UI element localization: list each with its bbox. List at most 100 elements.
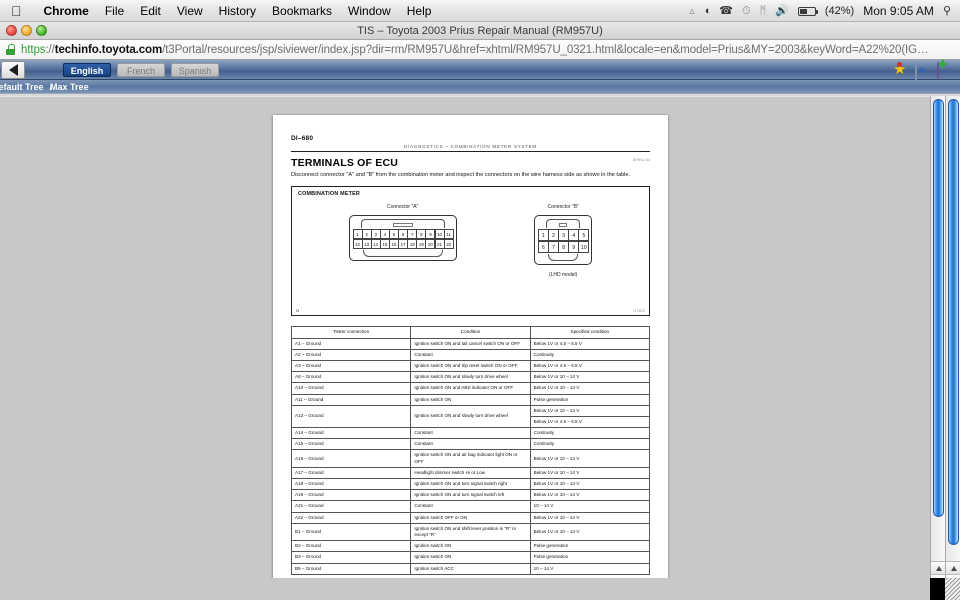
phone-icon[interactable]: ☎ <box>719 5 733 17</box>
menu-chrome[interactable]: Chrome <box>36 4 97 18</box>
menu-file[interactable]: File <box>97 4 132 18</box>
window-resize-grip[interactable] <box>945 578 960 600</box>
close-button[interactable] <box>6 25 17 36</box>
apple-menu-icon[interactable]:  <box>11 4 22 18</box>
document-viewport[interactable]: DI–680 DIAGNOSTICS – COMBINATION METER S… <box>0 96 930 600</box>
cell-spec: Continuity <box>529 348 651 361</box>
url-separator: :// <box>45 43 55 56</box>
table-row: A14 – Ground Constant Continuity <box>290 427 651 440</box>
language-selector: English French Spanish <box>63 62 219 77</box>
cell-terminal: A3 – Ground <box>290 359 412 373</box>
cell-condition: Constant <box>410 438 531 451</box>
menu-edit[interactable]: Edit <box>132 4 169 18</box>
connector-b-body: 1 2 3 4 5 6 7 8 9 10 <box>533 215 593 266</box>
globe-add-icon[interactable]: ✚ <box>937 60 952 80</box>
cell-terminal: A22 – Ground <box>290 511 412 524</box>
cell-condition: Ignition switch ON <box>410 540 531 553</box>
language-button-english[interactable]: English <box>63 62 111 77</box>
back-button[interactable] <box>1 60 25 79</box>
table-row: A8 – Ground Ignition switch ON and slowly… <box>290 371 651 384</box>
menu-view[interactable]: View <box>169 4 211 18</box>
max-tree-link[interactable]: Max Tree <box>50 82 89 92</box>
table-row: B2 – Ground Ignition switch ON Pulse gener… <box>290 540 651 553</box>
cell-condition: Ignition switch ON and tail cancel switc… <box>410 337 531 350</box>
scroll-up-button[interactable] <box>931 561 946 574</box>
scrollbar-corner-filler <box>930 578 945 600</box>
cell-spec: Below 1V or 10 – 14 V <box>529 466 651 480</box>
page-title-text: TERMINALS OF ECU <box>291 157 399 169</box>
pin: 5 <box>578 229 590 242</box>
cell-condition: Constant <box>410 427 531 440</box>
table-row: A17 – Ground Headlight dimmer switch Hi o… <box>290 466 651 480</box>
column-header-condition: Condition <box>410 326 531 339</box>
notification-bell-icon[interactable]: ▵ <box>689 5 695 17</box>
window-controls <box>6 25 47 36</box>
toolbar-icon-group: ★ ★ ✚ <box>893 60 952 80</box>
connector-a-latch <box>360 219 445 229</box>
connector-b-row-top: 1 2 3 4 5 <box>537 229 590 242</box>
connector-a-label: Connector "A" <box>386 204 419 211</box>
spotlight-search-icon[interactable]: ⚲ <box>943 5 951 17</box>
inner-frame-scrollbar[interactable] <box>945 96 960 600</box>
volume-icon[interactable]: 🔊 <box>775 5 789 17</box>
document-bookmark-icon[interactable]: ★ <box>915 61 930 80</box>
table-row: B3 – Ground Ignition switch ON Pulse gener… <box>290 551 651 564</box>
url-path: /t3Portal/resources/jsp/siviewer/index.j… <box>162 43 929 56</box>
star-favorite-icon[interactable]: ★ <box>893 62 908 77</box>
table-row: A13 – Ground Ignition switch ON and slow… <box>290 404 651 429</box>
inner-scrollbar-thumb[interactable] <box>948 99 959 545</box>
language-button-spanish[interactable]: Spanish <box>171 62 219 77</box>
menu-bookmarks[interactable]: Bookmarks <box>264 4 340 18</box>
cell-spec: Pulse generation <box>529 551 651 564</box>
table-row: A15 – Ground Constant Continuity <box>290 438 651 451</box>
chevron-up-icon <box>935 565 942 571</box>
table-row: A19 – Ground Ignition switch ON and turn … <box>290 489 651 502</box>
bluetooth-icon[interactable]: ᛗ <box>760 5 767 17</box>
chevron-up-icon <box>950 565 957 571</box>
minimize-button[interactable] <box>21 25 32 36</box>
outer-page-scrollbar[interactable] <box>930 96 946 600</box>
battery-icon[interactable] <box>797 6 818 16</box>
cell-spec: Below 1V or 10 – 14 V <box>529 489 651 502</box>
time-machine-icon[interactable]: ⏱ <box>742 5 751 17</box>
browser-window: TIS – Toyota 2003 Prius Repair Manual (R… <box>0 22 960 600</box>
cell-spec: Pulse generation <box>529 393 651 406</box>
connector-a-row-bottom: 12 13 14 15 16 17 18 19 20 21 22 <box>352 239 454 250</box>
cell-spec: 10 – 14 V <box>529 500 651 513</box>
combination-meter-figure: COMBINATION METER Connector "A" 1 2 3 4 <box>291 186 650 317</box>
wifi-icon[interactable]: ◖ <box>704 5 711 17</box>
window-bottom-edge <box>0 578 930 600</box>
menu-bar-status-area: ▵ ◖ ☎ ⏱ ᛗ 🔊 (42%) Mon 9:05 AM ⚲ <box>689 0 960 22</box>
connector-a-foot <box>362 250 443 258</box>
menu-window[interactable]: Window <box>340 4 399 18</box>
manual-page: DI–680 DIAGNOSTICS – COMBINATION METER S… <box>273 115 668 600</box>
language-button-french[interactable]: French <box>117 62 165 77</box>
page-code: DI–680 <box>291 135 314 142</box>
zoom-button[interactable] <box>36 25 47 36</box>
connector-b-latch <box>545 219 581 229</box>
cell-terminal: A16 – Ground <box>290 449 412 468</box>
tree-navigation-bar: Default Tree / Max Tree <box>0 80 960 94</box>
menu-help[interactable]: Help <box>399 4 440 18</box>
cell-terminal: A2 – Ground <box>290 348 412 361</box>
address-bar[interactable]: https://techinfo.toyota.com/t3Portal/res… <box>0 40 960 60</box>
window-title-bar: TIS – Toyota 2003 Prius Repair Manual (R… <box>0 22 960 40</box>
outer-scrollbar-thumb[interactable] <box>933 99 944 517</box>
default-tree-link[interactable]: Default Tree <box>0 82 44 92</box>
cell-terminal: A14 – Ground <box>290 427 412 440</box>
url-text[interactable]: https://techinfo.toyota.com/t3Portal/res… <box>21 44 928 56</box>
cell-spec: Below 1V or 10 – 14 V <box>529 382 651 395</box>
clock-label[interactable]: Mon 9:05 AM <box>863 4 934 18</box>
menu-history[interactable]: History <box>211 4 264 18</box>
cell-condition: Ignition switch ON and turn signal switc… <box>410 478 531 491</box>
connector-b-foot <box>547 254 579 262</box>
cell-condition: Ignition switch OFF or ON <box>410 511 531 524</box>
cell-condition: Ignition switch ON and trip reset switch… <box>410 359 531 373</box>
cell-condition: Headlight dimmer switch Hi or Low <box>410 466 531 480</box>
cell-terminal: B2 – Ground <box>290 540 412 553</box>
connector-b-diagram: Connector "B" 1 2 3 4 5 6 7 8 9 10 (LHD … <box>533 204 593 278</box>
cell-spec: Below 1V or 4.5 – 5.5 V <box>529 337 651 350</box>
connector-diagram-group: Connector "A" 1 2 3 4 5 6 7 8 9 10 11 12… <box>292 204 649 278</box>
lock-icon <box>6 44 15 55</box>
scroll-up-button[interactable] <box>946 561 960 574</box>
